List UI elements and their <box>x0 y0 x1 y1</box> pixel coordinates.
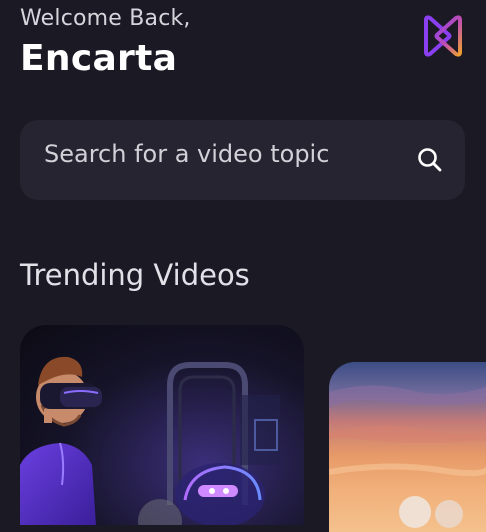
search-bar[interactable]: Search for a video topic <box>20 120 465 200</box>
search-input[interactable]: Search for a video topic <box>44 140 329 168</box>
video-card-sunset[interactable] <box>329 362 486 532</box>
trending-videos-heading: Trending Videos <box>20 258 250 292</box>
video-card-vr[interactable] <box>20 325 304 525</box>
welcome-greeting: Welcome Back, <box>20 6 191 31</box>
search-icon[interactable] <box>416 146 444 174</box>
app-logo-icon[interactable] <box>418 10 468 62</box>
vr-headset-person-thumbnail <box>20 356 280 525</box>
user-name: Encarta <box>20 38 178 79</box>
sunset-sky-thumbnail <box>329 385 486 528</box>
